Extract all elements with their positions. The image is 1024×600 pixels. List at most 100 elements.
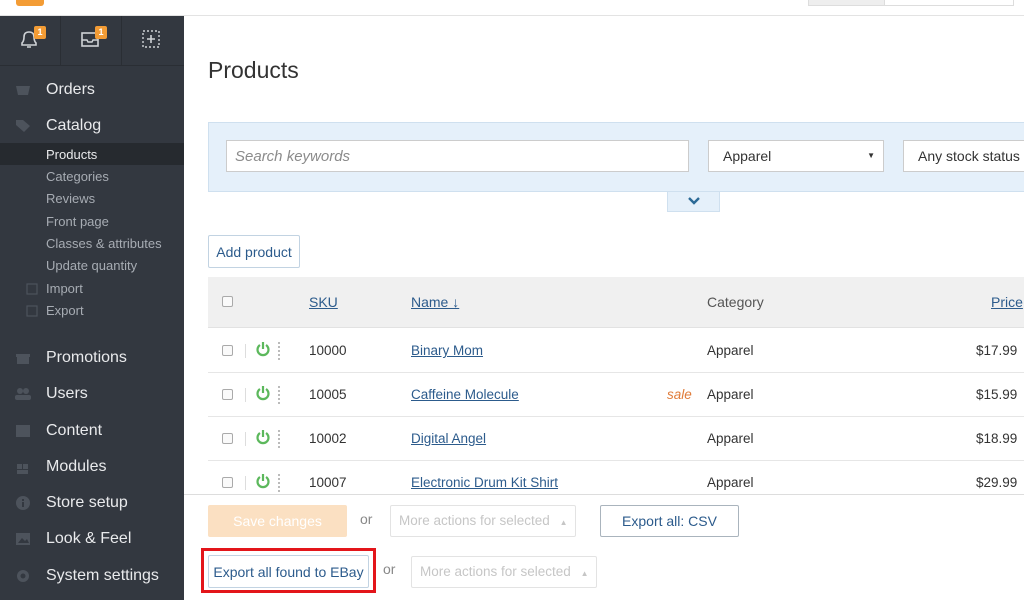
- drag-handle-icon[interactable]: [278, 430, 280, 448]
- row-checkbox[interactable]: [222, 433, 233, 444]
- category-select[interactable]: Apparel ▼: [708, 140, 884, 172]
- sidebar-item-products[interactable]: Products: [0, 143, 184, 165]
- inbox-button[interactable]: 1: [61, 16, 122, 66]
- power-toggle-icon[interactable]: [256, 429, 270, 445]
- nav-look-feel[interactable]: Look & Feel: [0, 527, 184, 551]
- row-checkbox[interactable]: [222, 477, 233, 488]
- sku-column-header[interactable]: SKU: [309, 294, 338, 310]
- sidebar-item-front-page[interactable]: Front page: [0, 210, 184, 232]
- nav-catalog[interactable]: Catalog: [0, 114, 184, 138]
- nav-system-settings[interactable]: System settings: [0, 564, 184, 588]
- more-actions-dropdown[interactable]: More actions for selected ▲: [390, 505, 576, 537]
- caret-up-icon: ▲: [580, 569, 589, 578]
- divider: [245, 344, 246, 358]
- nav-look-feel-label: Look & Feel: [46, 530, 132, 547]
- add-product-button[interactable]: Add product: [208, 235, 300, 268]
- nav-catalog-label: Catalog: [46, 117, 102, 134]
- filter-panel: Apparel ▼ Any stock status: [208, 122, 1024, 192]
- product-name-link[interactable]: Electronic Drum Kit Shirt: [411, 475, 558, 490]
- product-name-link[interactable]: Digital Angel: [411, 431, 486, 446]
- nav-promotions-label: Promotions: [46, 349, 127, 366]
- sku-cell: 10007: [309, 475, 347, 490]
- divider: [245, 476, 246, 490]
- select-all-checkbox[interactable]: [222, 296, 233, 307]
- nav-store-setup[interactable]: Store setup: [0, 491, 184, 515]
- sidebar-item-label: Update quantity: [46, 257, 138, 273]
- product-name-link[interactable]: Caffeine Molecule: [411, 387, 519, 402]
- nav-users[interactable]: Users: [0, 382, 184, 406]
- or-label: or: [360, 511, 373, 527]
- price-cell: $18.99: [976, 431, 1018, 446]
- drag-handle-icon[interactable]: [278, 474, 280, 492]
- sidebar-item-label: Categories: [46, 168, 109, 184]
- sidebar-item-export[interactable]: Export: [0, 299, 184, 321]
- expand-filters-toggle[interactable]: [667, 192, 720, 212]
- power-toggle-icon[interactable]: [256, 341, 270, 357]
- products-table: SKU Name ↓ Category Price 10000 Binary M…: [208, 277, 1024, 493]
- caret-up-icon: ▲: [559, 518, 568, 527]
- table-header: SKU Name ↓ Category Price: [208, 277, 1024, 328]
- drag-handle-icon[interactable]: [278, 386, 280, 404]
- name-column-header[interactable]: Name ↓: [411, 294, 459, 310]
- image-icon: [0, 532, 46, 546]
- row-checkbox[interactable]: [222, 389, 233, 400]
- table-row: 10000 Binary Mom Apparel $17.99: [208, 329, 1024, 373]
- highlight-box: [201, 548, 376, 593]
- sidebar-item-label: Front page: [46, 213, 109, 229]
- sidebar-item-label: Export: [46, 302, 84, 318]
- drag-handle-icon[interactable]: [278, 342, 280, 360]
- power-toggle-icon[interactable]: [256, 385, 270, 401]
- category-cell: Apparel: [707, 387, 754, 402]
- info-icon: [0, 495, 46, 511]
- sidebar-item-import[interactable]: Import: [0, 277, 184, 299]
- sidebar-item-label: Classes & attributes: [46, 235, 162, 251]
- sidebar-item-update-quantity[interactable]: Update quantity: [0, 254, 184, 276]
- content-icon: [0, 424, 46, 438]
- gift-icon: [0, 351, 46, 365]
- nav-orders-label: Orders: [46, 81, 95, 98]
- product-name-link[interactable]: Binary Mom: [411, 343, 483, 358]
- sidebar-item-label: Products: [46, 146, 98, 162]
- category-cell: Apparel: [707, 343, 754, 358]
- sale-label: sale: [667, 387, 692, 402]
- price-column-header[interactable]: Price: [991, 294, 1023, 310]
- tag-icon: [0, 119, 46, 133]
- notifications-badge: 1: [34, 26, 46, 39]
- more-actions-dropdown[interactable]: More actions for selected ▲: [411, 556, 597, 588]
- nav-orders[interactable]: Orders: [0, 78, 184, 102]
- nav-promotions[interactable]: Promotions: [0, 346, 184, 370]
- sku-cell: 10005: [309, 387, 347, 402]
- notifications-button[interactable]: 1: [0, 16, 61, 66]
- sku-cell: 10002: [309, 431, 347, 446]
- category-cell: Apparel: [707, 475, 754, 490]
- price-cell: $29.99: [976, 475, 1018, 490]
- row-checkbox[interactable]: [222, 345, 233, 356]
- export-csv-button[interactable]: Export all: CSV: [600, 505, 739, 537]
- add-button[interactable]: [122, 16, 183, 66]
- stock-status-select[interactable]: Any stock status: [903, 140, 1024, 172]
- nav-modules[interactable]: Modules: [0, 455, 184, 479]
- page-title: Products: [208, 57, 299, 83]
- bottom-action-bar: Save changes or More actions for selecte…: [184, 494, 1024, 600]
- nav-modules-label: Modules: [46, 458, 107, 475]
- save-changes-button[interactable]: Save changes: [208, 505, 347, 537]
- category-column-header: Category: [707, 294, 764, 310]
- sidebar-item-classes-attributes[interactable]: Classes & attributes: [0, 232, 184, 254]
- or-label: or: [383, 561, 396, 577]
- nav-users-label: Users: [46, 385, 88, 402]
- sidebar-item-categories[interactable]: Categories: [0, 165, 184, 187]
- sidebar-item-label: Reviews: [46, 190, 96, 206]
- search-input[interactable]: [226, 140, 689, 172]
- top-search-box[interactable]: [808, 0, 1014, 6]
- sidebar-item-label: Import: [46, 280, 83, 296]
- inbox-badge: 1: [95, 26, 107, 39]
- users-icon: [0, 387, 46, 401]
- divider: [245, 388, 246, 402]
- sidebar: 1 1 Orders Catalog Products Categories R…: [0, 16, 184, 600]
- table-row: 10005 Caffeine Molecule sale Apparel $15…: [208, 373, 1024, 417]
- nav-store-setup-label: Store setup: [46, 494, 128, 511]
- nav-content[interactable]: Content: [0, 419, 184, 443]
- power-toggle-icon[interactable]: [256, 473, 270, 489]
- sidebar-item-reviews[interactable]: Reviews: [0, 187, 184, 209]
- dropdown-caret-icon: ▼: [867, 151, 875, 160]
